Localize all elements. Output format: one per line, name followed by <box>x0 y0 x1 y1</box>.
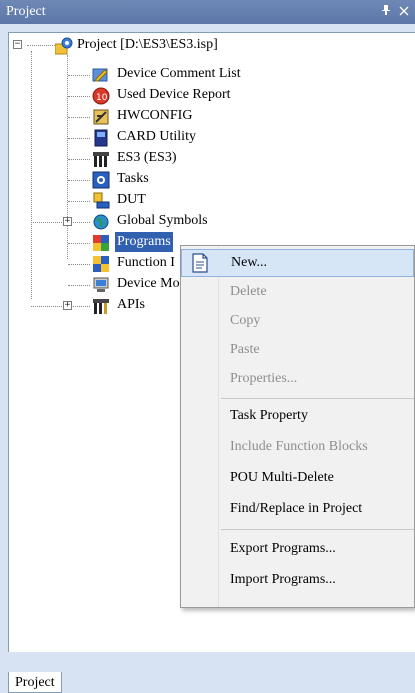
menu-item-include-function-blocks[interactable]: Include Function Blocks <box>181 433 414 461</box>
menu-item-label: Include Function Blocks <box>230 439 368 454</box>
tasks-icon <box>92 171 110 189</box>
menu-item-label: Find/Replace in Project <box>230 501 363 516</box>
tree-item-dut[interactable]: DUT <box>9 190 269 210</box>
menu-item-label: POU Multi-Delete <box>230 470 334 485</box>
close-icon[interactable] <box>399 0 409 24</box>
tree-item-device-comment-list[interactable]: Device Comment List <box>9 64 269 84</box>
tree-item-label: Device Comment List <box>117 66 241 81</box>
tree-item-hwconfig[interactable]: HWCONFIG <box>9 106 269 126</box>
tree-item-apis[interactable]: + APIs <box>9 295 189 315</box>
tab-project[interactable]: Project <box>8 672 62 693</box>
menu-item-copy[interactable]: Copy <box>181 307 414 335</box>
tree-item-label: ES3 (ES3) <box>117 150 177 165</box>
tree-item-card-utility[interactable]: CARD Utility <box>9 127 269 147</box>
programs-icon <box>92 234 109 251</box>
menu-separator <box>221 529 414 530</box>
menu-item-label: Copy <box>230 313 261 328</box>
expand-icon[interactable]: + <box>63 217 72 226</box>
plc-device-icon <box>92 150 109 167</box>
hwconfig-icon <box>92 108 109 125</box>
project-gear-icon <box>54 37 73 55</box>
bottom-tab-strip: Project <box>0 662 415 693</box>
collapse-icon[interactable]: − <box>13 40 22 49</box>
menu-separator <box>221 398 414 399</box>
pin-icon[interactable] <box>381 0 391 24</box>
card-utility-icon <box>92 129 108 147</box>
menu-item-label: Import Programs... <box>230 572 336 587</box>
menu-item-import-programs[interactable]: Import Programs... <box>181 566 414 594</box>
tree-item-label: APIs <box>117 297 146 312</box>
menu-item-label: Delete <box>230 284 267 299</box>
tree-item-label: Device Mo <box>117 276 180 291</box>
new-document-icon <box>191 253 209 273</box>
menu-item-task-property[interactable]: Task Property <box>181 402 414 430</box>
tree-item-es3[interactable]: ES3 (ES3) <box>9 148 269 168</box>
function-blocks-icon <box>92 255 109 272</box>
tree-item-label: CARD Utility <box>117 129 196 144</box>
tree-item-label: Programs <box>115 232 173 252</box>
device-report-icon: 10 <box>92 87 110 105</box>
tree-item-label: HWCONFIG <box>117 108 193 123</box>
window-titlebar: Project <box>0 0 415 24</box>
tree-item-label: Function I <box>117 255 175 270</box>
global-symbols-icon <box>92 213 109 230</box>
menu-item-label: Properties... <box>230 371 298 386</box>
menu-item-label: New... <box>231 255 268 270</box>
dut-icon <box>92 192 110 209</box>
titlebar-controls <box>381 0 409 24</box>
menu-item-paste[interactable]: Paste <box>181 336 414 364</box>
menu-item-label: Export Programs... <box>230 541 336 556</box>
comment-list-icon <box>92 66 108 82</box>
tree-item-global-symbols[interactable]: + Global Symbols <box>9 211 269 231</box>
device-monitor-icon <box>92 276 109 292</box>
tree-item-label: Tasks <box>117 171 149 186</box>
tree-item-device-monitor[interactable]: Device Mo <box>9 274 189 294</box>
expand-icon[interactable]: + <box>63 301 72 310</box>
tree-item-label: Used Device Report <box>117 87 231 102</box>
tree-item-label: Global Symbols <box>117 213 208 228</box>
tree-item-function-blocks[interactable]: Function I <box>9 253 189 273</box>
menu-item-properties[interactable]: Properties... <box>181 365 414 393</box>
menu-item-new[interactable]: New... <box>181 249 414 277</box>
menu-item-find-replace[interactable]: Find/Replace in Project <box>181 495 414 523</box>
tree-item-used-device-report[interactable]: 10 Used Device Report <box>9 85 269 105</box>
apis-icon <box>92 297 109 314</box>
tree-root-label: Project [D:\ES3\ES3.isp] <box>77 37 218 52</box>
context-menu: New... Delete Copy Paste Properties... T… <box>180 245 415 608</box>
tree-item-tasks[interactable]: Tasks <box>9 169 269 189</box>
tree-root-project[interactable]: − Project [D:\ES3\ES3.isp] <box>9 35 269 55</box>
menu-item-delete[interactable]: Delete <box>181 278 414 306</box>
svg-text:10: 10 <box>96 93 108 103</box>
window-title: Project <box>6 4 46 19</box>
project-window: Project − Project [D:\ES3\ES3.isp] Devic… <box>0 0 415 693</box>
menu-item-label: Paste <box>230 342 260 357</box>
menu-item-label: Task Property <box>230 408 308 423</box>
menu-item-pou-multi-delete[interactable]: POU Multi-Delete <box>181 464 414 492</box>
menu-item-export-programs[interactable]: Export Programs... <box>181 535 414 563</box>
tree-item-label: DUT <box>117 192 146 207</box>
